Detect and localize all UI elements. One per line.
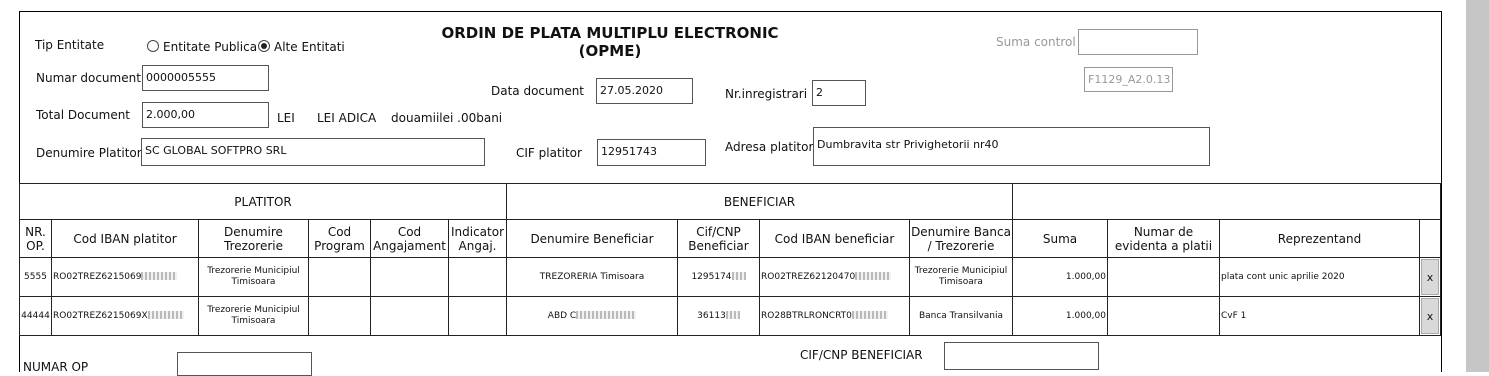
cell-cod-angajament [370,257,449,297]
cell-reprezentand: plata cont unic aprilie 2020 [1219,257,1420,297]
redacted-icon [855,271,892,280]
cell-iban-platitor: RO02TREZ6215069X [51,296,199,336]
col-cod-angajament: Cod Angajament [370,219,449,258]
cell-suma: 1.000,00 [1012,296,1108,336]
section-header-row: PLATITOR BENEFICIAR [19,183,1441,220]
redacted-icon [731,271,746,280]
radio-entitate-publica[interactable]: Entitate Publica [147,40,257,54]
cell-beneficiar: TREZORERIA Timisoara [506,257,678,297]
cell-nr-op: 5555 [19,257,52,297]
delete-row-button[interactable]: x [1421,259,1439,295]
total-document-label: Total Document [36,108,131,122]
radio-selected-icon[interactable] [258,40,270,52]
data-document-input[interactable]: 27.05.2020 [596,78,693,104]
cell-numar-evidenta [1107,257,1220,297]
col-actions [1419,219,1441,258]
table-row[interactable]: 5555 RO02TREZ6215069 Trezorerie Municipi… [19,257,1441,297]
section-platitor: PLATITOR [19,183,507,220]
cif-platitor-input[interactable]: 12951743 [597,139,706,166]
cell-banca: Trezorerie Municipiul Timisoara [909,257,1013,297]
col-suma: Suma [1012,219,1108,258]
form-code-field: F1129_A2.0.13 [1084,67,1173,92]
col-indicator: Indicator Angaj. [448,219,507,258]
tip-entitate-label: Tip Entitate [35,38,105,52]
numar-document-input[interactable]: 0000005555 [142,65,269,91]
amount-in-words: douamiilei .00bani [391,111,503,125]
currency-label: LEI [277,111,295,125]
radio-icon[interactable] [147,40,159,52]
lei-adica-label: LEI ADICA [317,111,377,125]
suma-control-label: Suma control [996,35,1076,49]
cell-cod-angajament [370,296,449,336]
col-reprezentand: Reprezentand [1219,219,1420,258]
cell-indicator [448,257,507,297]
adresa-platitor-label: Adresa platitor [725,140,814,154]
col-cif-beneficiar: Cif/CNP Beneficiar [677,219,760,258]
denumire-platitor-label: Denumire Platitor [36,146,142,160]
column-header-row: NR. OP. Cod IBAN platitor Denumire Trezo… [19,219,1441,258]
cif-platitor-label: CIF platitor [516,146,582,160]
cell-banca: Banca Transilvania [909,296,1013,336]
data-document-label: Data document [491,84,585,98]
cell-cod-program [308,296,371,336]
cif-beneficiar-filter-input[interactable] [944,342,1099,370]
redacted-icon [576,310,637,319]
cell-nr-op: 44444 [19,296,52,336]
cell-reprezentand: CvF 1 [1219,296,1420,336]
numar-document-label: Numar document [36,71,141,85]
cell-iban-beneficiar: RO02TREZ62120470 [759,257,910,297]
form-title: ORDIN DE PLATA MULTIPLU ELECTRONIC (OPME… [420,24,800,60]
col-banca: Denumire Banca / Trezorerie [909,219,1013,258]
cell-iban-platitor: RO02TREZ6215069 [51,257,199,297]
vertical-scrollbar[interactable] [1466,0,1489,372]
cell-actions: x [1419,257,1441,297]
section-beneficiar: BENEFICIAR [506,183,1013,220]
col-iban-platitor: Cod IBAN platitor [51,219,199,258]
radio-alte-entitati[interactable]: Alte Entitati [258,40,345,54]
cell-indicator [448,296,507,336]
cell-numar-evidenta [1107,296,1220,336]
cell-actions: x [1419,296,1441,336]
col-nr-op: NR. OP. [19,219,52,258]
delete-row-button[interactable]: x [1421,298,1439,334]
redacted-icon [851,310,888,319]
cell-trezorerie: Trezorerie Municipiul Timisoara [198,296,309,336]
cell-iban-beneficiar: RO28BTRLRONCRT0 [759,296,910,336]
table-row[interactable]: 44444 RO02TREZ6215069X Trezorerie Munici… [19,296,1441,336]
title-line-1: ORDIN DE PLATA MULTIPLU ELECTRONIC [441,24,779,42]
cell-cif-beneficiar: 1295174 [677,257,760,297]
redacted-icon [147,310,184,319]
cif-beneficiar-filter-label: CIF/CNP BENEFICIAR [800,348,923,362]
col-cod-program: Cod Program [308,219,371,258]
cell-cod-program [308,257,371,297]
payments-table: PLATITOR BENEFICIAR NR. OP. Cod IBAN pla… [19,183,1441,336]
adresa-platitor-input[interactable]: Dumbravita str Privighetorii nr40 [813,127,1210,166]
col-trezorerie: Denumire Trezorerie [198,219,309,258]
total-document-input[interactable]: 2.000,00 [142,102,269,128]
nr-inregistrari-label: Nr.inregistrari [725,87,808,101]
col-numar-evidenta: Numar de evidenta a platii [1107,219,1220,258]
nr-inregistrari-input[interactable]: 2 [812,80,866,106]
section-empty [1012,183,1441,220]
denumire-platitor-input[interactable]: SC GLOBAL SOFTPRO SRL [141,138,485,166]
title-line-2: (OPME) [578,42,642,60]
col-iban-beneficiar: Cod IBAN beneficiar [759,219,910,258]
redacted-icon [725,310,740,319]
redacted-icon [141,271,178,280]
numar-op-input[interactable] [177,352,312,376]
col-beneficiar: Denumire Beneficiar [506,219,678,258]
cell-beneficiar: ABD C [506,296,678,336]
cell-trezorerie: Trezorerie Municipiul Timisoara [198,257,309,297]
cell-cif-beneficiar: 36113 [677,296,760,336]
cell-suma: 1.000,00 [1012,257,1108,297]
suma-control-input[interactable] [1078,29,1198,55]
